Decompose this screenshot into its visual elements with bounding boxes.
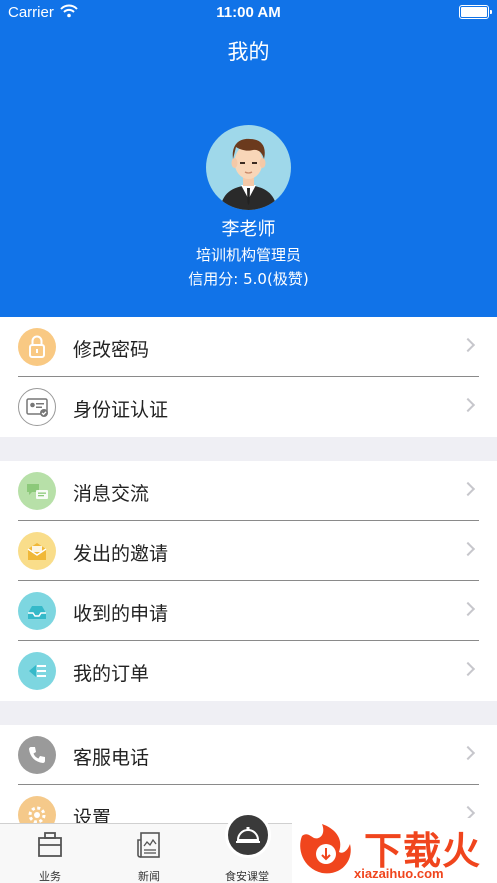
watermark-url: xiazaihuo.com [354, 866, 444, 881]
chevron-right-icon [460, 481, 476, 497]
profile-page: Carrier 11:00 AM 我的 李老师 培训机构管理员 信用分: 5.0… [0, 0, 497, 883]
page-title: 我的 [227, 40, 270, 64]
menu-item-label: 发出的邀请 [73, 543, 169, 565]
menu-item-messages[interactable]: 消息交流 [0, 461, 497, 521]
menu-item-customer-service[interactable]: 客服电话 [0, 725, 497, 785]
tab-label: 新闻 [138, 870, 160, 883]
user-credit-score: 信用分: 5.0(极赞) [188, 270, 309, 288]
chevron-right-icon [460, 601, 476, 617]
chevron-right-icon [460, 397, 476, 413]
invite-icon [18, 532, 56, 570]
menu-item-label: 身份证认证 [73, 399, 169, 421]
status-time: 11:00 AM [216, 4, 281, 21]
tab-label: 业务 [39, 870, 61, 883]
status-bar: Carrier 11:00 AM [0, 0, 497, 26]
id-card-icon [18, 388, 56, 426]
lock-icon [18, 328, 56, 366]
chevron-right-icon [460, 745, 476, 761]
avatar-person-icon [220, 138, 277, 210]
profile-header: Carrier 11:00 AM 我的 李老师 培训机构管理员 信用分: 5.0… [0, 0, 497, 317]
order-list-icon [18, 652, 56, 690]
tab-food-safety-class[interactable]: 食安课堂 [202, 812, 292, 883]
inbox-icon [18, 592, 56, 630]
menu-item-label: 我的订单 [73, 663, 150, 685]
tab-label: 食安课堂 [225, 870, 269, 883]
menu-item-my-orders[interactable]: 我的订单 [0, 641, 497, 701]
phone-icon [18, 736, 56, 774]
newspaper-icon [137, 832, 160, 858]
menu-item-id-verification[interactable]: 身份证认证 [0, 377, 497, 437]
chevron-right-icon [460, 661, 476, 677]
menu-group-account: 修改密码 身份证认证 [0, 317, 497, 437]
user-role: 培训机构管理员 [195, 246, 301, 264]
menu-item-label: 修改密码 [73, 339, 150, 361]
menu-group-messages: 消息交流 发出的邀请 收到的申请 我的订单 [0, 461, 497, 701]
chevron-right-icon [460, 541, 476, 557]
briefcase-icon [38, 832, 62, 857]
user-name: 李老师 [221, 219, 276, 240]
chevron-right-icon [460, 337, 476, 353]
menu-item-label: 收到的申请 [73, 603, 169, 625]
menu-item-change-password[interactable]: 修改密码 [0, 317, 497, 377]
chat-icon [18, 472, 56, 510]
watermark-logo: 下载火 xiazaihuo.com [292, 818, 497, 883]
menu-item-received-applications[interactable]: 收到的申请 [0, 581, 497, 641]
avatar[interactable] [206, 125, 291, 210]
battery-icon [459, 5, 492, 19]
tab-business[interactable]: 业务 [5, 824, 95, 883]
menu-item-sent-invitations[interactable]: 发出的邀请 [0, 521, 497, 581]
menu-item-label: 消息交流 [73, 483, 150, 505]
tab-news[interactable]: 新闻 [104, 824, 194, 883]
menu-item-label: 客服电话 [73, 747, 150, 769]
food-cover-icon [225, 812, 271, 858]
